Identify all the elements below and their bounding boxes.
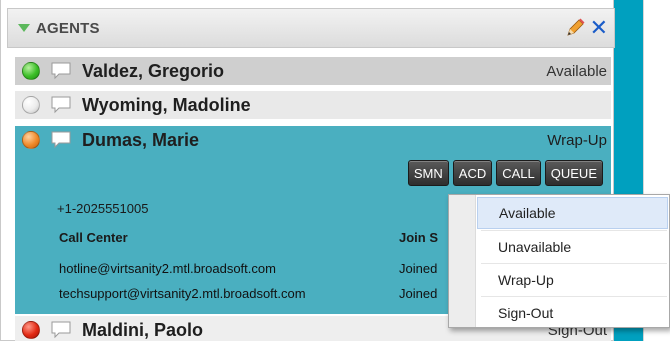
menu-gutter bbox=[449, 195, 476, 327]
join-status-column-header: Join S bbox=[399, 230, 439, 245]
agent-name: Valdez, Gregorio bbox=[82, 60, 225, 81]
acd-button[interactable]: ACD bbox=[452, 160, 493, 186]
chat-icon[interactable] bbox=[50, 95, 72, 115]
agent-row-dumas[interactable]: Dumas, Marie Wrap-Up bbox=[15, 126, 611, 154]
status-wrapup-icon bbox=[22, 131, 40, 149]
join-status-cell: Joined bbox=[399, 261, 438, 276]
agent-row-wyoming[interactable]: Wyoming, Madoline bbox=[15, 91, 611, 119]
agent-name: Dumas, Marie bbox=[82, 129, 200, 150]
chat-icon[interactable] bbox=[50, 61, 72, 81]
agent-row-valdez[interactable]: Valdez, Gregorio Available bbox=[15, 57, 611, 85]
call-center-cell: techsupport@virtsanity2.mtl.broadsoft.co… bbox=[59, 286, 306, 301]
menu-item-available[interactable]: Available bbox=[477, 197, 668, 229]
join-status-cell: Joined bbox=[399, 286, 438, 301]
chat-icon[interactable] bbox=[50, 320, 72, 340]
agent-action-buttons: SMN ACD CALL QUEUE bbox=[407, 160, 603, 186]
close-icon[interactable]: ✕ bbox=[590, 15, 608, 41]
call-center-cell: hotline@virtsanity2.mtl.broadsoft.com bbox=[59, 261, 276, 276]
agent-name: Maldini, Paolo bbox=[82, 319, 204, 340]
agent-status: Available bbox=[546, 62, 607, 80]
status-signout-icon bbox=[22, 321, 40, 339]
call-center-column-header: Call Center bbox=[59, 230, 128, 245]
smn-button[interactable]: SMN bbox=[407, 160, 449, 186]
status-unknown-icon bbox=[22, 96, 40, 114]
status-dropdown-menu: Available Unavailable Wrap-Up Sign-Out bbox=[448, 194, 670, 328]
menu-item-wrap-up[interactable]: Wrap-Up bbox=[477, 264, 668, 296]
collapse-arrow-icon[interactable] bbox=[18, 24, 30, 32]
menu-item-sign-out[interactable]: Sign-Out bbox=[477, 297, 668, 329]
call-button[interactable]: CALL bbox=[496, 160, 541, 186]
agent-phone-number[interactable]: +1-2025551005 bbox=[57, 201, 148, 216]
agent-status[interactable]: Wrap-Up bbox=[547, 132, 607, 149]
menu-item-unavailable[interactable]: Unavailable bbox=[477, 231, 668, 263]
status-available-icon bbox=[22, 62, 40, 80]
agent-name: Wyoming, Madoline bbox=[82, 94, 251, 115]
panel-title: AGENTS bbox=[36, 19, 100, 37]
chat-icon[interactable] bbox=[50, 130, 72, 150]
queue-button[interactable]: QUEUE bbox=[544, 160, 603, 186]
pencil-icon[interactable] bbox=[564, 17, 586, 39]
agents-panel-header[interactable]: AGENTS ✕ bbox=[7, 8, 615, 48]
